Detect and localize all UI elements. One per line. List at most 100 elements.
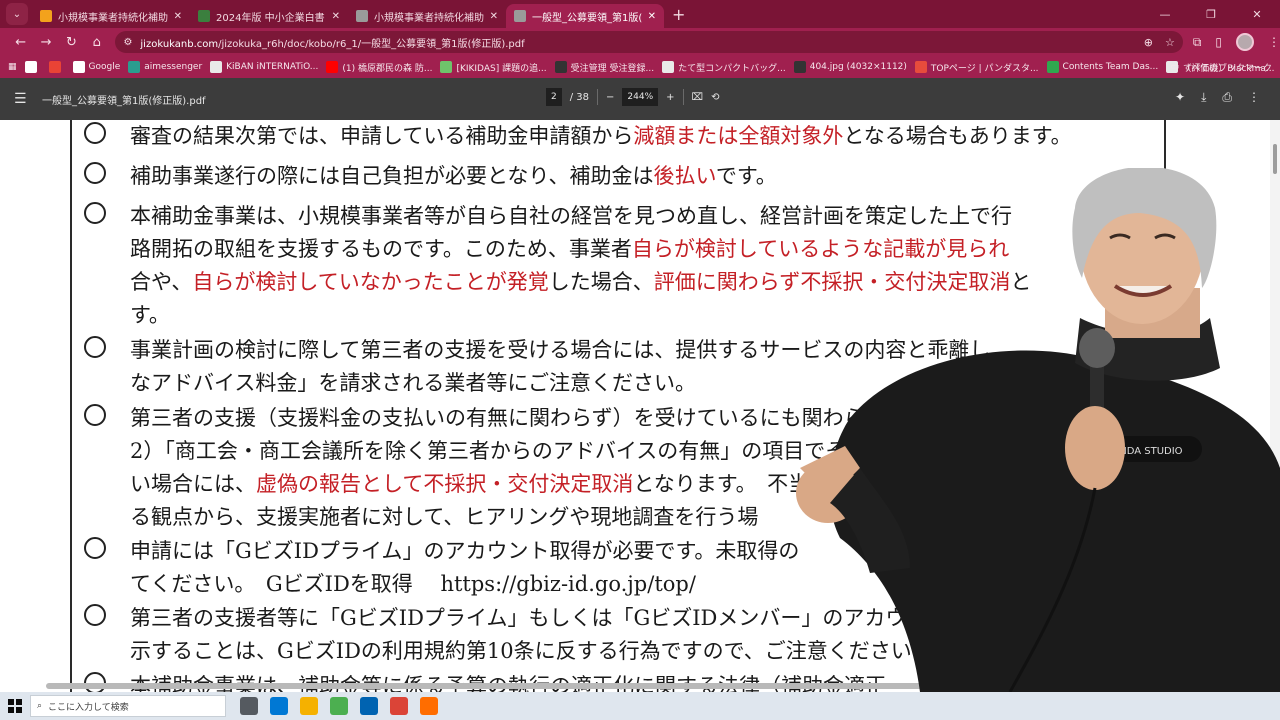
browser-tab[interactable]: 小規模事業者持続化補助金【一般 ✕ — [348, 4, 506, 28]
taskbar-search[interactable]: ⌕ ここに入力して検索 — [30, 695, 226, 717]
restore-button[interactable]: ❐ — [1188, 0, 1234, 28]
tab-title: 一般型_公募要領_第1版(修正版) — [532, 12, 642, 24]
zoom-level-input[interactable]: 244% — [622, 88, 659, 106]
body-text: した場合、 — [548, 270, 654, 294]
bookmark-item[interactable]: 404.jpg (4032×1112) — [793, 61, 907, 73]
back-icon[interactable]: ← — [8, 29, 33, 55]
minimize-button[interactable]: — — [1142, 0, 1188, 28]
taskbar-app-icon[interactable] — [360, 697, 378, 715]
bookmark-favicon-icon — [793, 61, 806, 73]
taskbar-apps — [240, 697, 438, 715]
body-text: 審査の結果次第では、申請している補助金申請額から — [130, 124, 634, 148]
browser-tab-strip: ⌄ 小規模事業者持続化補助金＜一般✕2024年版 中小企業白書・小規模✕小規模事… — [0, 0, 1280, 28]
bookmark-item[interactable]: 受注管理 受注登録... — [554, 61, 654, 74]
all-bookmarks-folder[interactable]: ▭ すべてのブックマーク — [1170, 56, 1272, 78]
tab-favicon-icon — [40, 10, 52, 22]
windows-taskbar: ⌕ ここに入力して検索 — [0, 692, 1280, 720]
rotate-icon[interactable]: ⟲ — [711, 92, 719, 103]
text-line: 審査の結果次第では、申請している補助金申請額から減額または全額対象外となる場合も… — [130, 120, 1072, 153]
taskbar-app-icon[interactable] — [240, 697, 258, 715]
taskbar-app-icon[interactable] — [270, 697, 288, 715]
bookmark-label: たて型コンパクトバッグ... — [678, 63, 786, 74]
bookmark-item[interactable]: たて型コンパクトバッグ... — [662, 61, 786, 74]
bookmark-favicon-icon — [128, 61, 141, 73]
tab-favicon-icon — [198, 10, 210, 22]
browser-tab[interactable]: 一般型_公募要領_第1版(修正版) ✕ — [506, 4, 664, 28]
forward-icon[interactable]: → — [33, 29, 58, 55]
bookmark-favicon-icon — [440, 61, 453, 73]
bullet-circle-icon — [84, 336, 106, 358]
browser-tab[interactable]: 2024年版 中小企業白書・小規模 ✕ — [190, 4, 348, 28]
bookmark-item[interactable] — [24, 61, 41, 73]
body-text: 路開拓の取組を支援するものです。このため、事業者 — [130, 237, 632, 261]
more-options-icon[interactable]: ⋮ — [1248, 90, 1260, 105]
bullet-circle-icon — [84, 202, 106, 224]
bookmark-item[interactable]: TOPページ | パンダスタ... — [914, 61, 1039, 74]
fit-page-icon[interactable]: ⌧ — [692, 92, 704, 103]
tab-close-icon[interactable]: ✕ — [490, 11, 498, 22]
bookmark-item[interactable]: Google — [72, 61, 120, 73]
tab-title: 小規模事業者持続化補助金＜一般 — [58, 12, 168, 24]
bookmark-item[interactable]: aimessenger — [128, 61, 202, 73]
tab-list: 小規模事業者持続化補助金＜一般✕2024年版 中小企業白書・小規模✕小規模事業者… — [32, 4, 664, 28]
download-icon[interactable]: ⤓ — [1201, 90, 1206, 105]
text-line: 補助事業遂行の際には自己負担が必要となり、補助金は後払いです。 — [130, 160, 777, 193]
tab-close-icon[interactable]: ✕ — [648, 11, 656, 22]
bookmark-favicon-icon — [326, 61, 339, 73]
taskbar-app-icon[interactable] — [390, 697, 408, 715]
windows-logo-icon — [8, 699, 22, 713]
sidepanel-icon[interactable]: ▯ — [1215, 35, 1222, 49]
bookmark-item[interactable] — [48, 61, 65, 73]
chrome-menu-icon[interactable]: ⋮ — [1268, 35, 1280, 49]
bookmark-favicon-icon — [1046, 61, 1059, 73]
ai-sparkle-icon[interactable]: ✦ — [1175, 90, 1185, 105]
body-text: 補助事業遂行の際には自己負担が必要となり、補助金は — [130, 164, 654, 188]
windows-start-button[interactable] — [0, 692, 30, 720]
bookmark-label: [KIKIDAS] 課題の追... — [456, 63, 547, 74]
print-icon[interactable]: ⎙ — [1222, 90, 1232, 105]
body-text: い場合には、 — [130, 472, 256, 496]
pdf-title: 一般型_公募要領_第1版(修正版).pdf — [42, 95, 206, 107]
divider — [597, 89, 599, 105]
browser-tab[interactable]: 小規模事業者持続化補助金＜一般 ✕ — [32, 4, 190, 28]
taskbar-app-icon[interactable] — [330, 697, 348, 715]
body-text: す。 — [130, 303, 170, 327]
bookmark-item[interactable]: [KIKIDAS] 課題の追... — [440, 61, 547, 74]
apps-grid-icon[interactable]: ▦ — [8, 62, 17, 72]
profile-avatar[interactable] — [1236, 33, 1254, 51]
bullet-circle-icon — [84, 404, 106, 426]
close-window-button[interactable]: ✕ — [1234, 0, 1280, 28]
text-line: てください。 GビズIDを取得 https://gbiz-id.go.jp/to… — [130, 568, 799, 601]
bookmark-label: Contents Team Das... — [1062, 62, 1159, 72]
bookmark-star-icon[interactable]: ☆ — [1165, 36, 1175, 49]
folder-icon: ▭ — [1170, 62, 1179, 72]
home-icon[interactable]: ⌂ — [84, 29, 109, 55]
new-tab-button[interactable]: + — [672, 5, 685, 24]
extensions-icon[interactable]: ⧉ — [1193, 35, 1202, 50]
pdf-menu-icon[interactable]: ☰ — [14, 91, 34, 107]
bookmark-label: KiBAN iNTERNATiO... — [226, 62, 319, 72]
body-text: 合や、 — [130, 270, 193, 294]
zoom-out-button[interactable]: − — [606, 92, 614, 103]
tab-close-icon[interactable]: ✕ — [174, 11, 182, 22]
bookmark-item[interactable]: (1) 橋原郡民の森 防... — [326, 61, 432, 74]
zoom-in-button[interactable]: + — [666, 92, 674, 103]
emphasis-text: 虚偽の報告として不採択・交付決定取消 — [256, 472, 634, 496]
emphasis-text: 自らが検討していなかったことが発覚 — [192, 270, 549, 294]
taskbar-app-icon[interactable] — [300, 697, 318, 715]
page-number-input[interactable]: 2 — [546, 88, 562, 106]
tab-title: 小規模事業者持続化補助金【一般 — [374, 12, 484, 24]
pdf-page-controls: 2 / 38 − 244% + ⌧ ⟲ — [546, 88, 719, 106]
site-info-icon[interactable]: ⚙ — [123, 37, 132, 48]
text-line: 申請には「GビズIDプライム」のアカウント取得が必要です。未取得の — [130, 535, 799, 568]
taskbar-app-icon[interactable] — [420, 697, 438, 715]
zoom-icon[interactable]: ⊕ — [1144, 36, 1153, 49]
reload-icon[interactable]: ↻ — [59, 29, 84, 55]
bookmark-label: (1) 橋原郡民の森 防... — [342, 63, 433, 74]
address-bar[interactable]: ⚙ jizokukanb.com/jizokuka_r6h/doc/kobo/r… — [115, 31, 1183, 53]
tab-close-icon[interactable]: ✕ — [332, 11, 340, 22]
bookmark-item[interactable]: Contents Team Das... — [1046, 61, 1159, 73]
bookmark-item[interactable]: KiBAN iNTERNATiO... — [210, 61, 318, 73]
bookmark-favicon-icon — [210, 61, 223, 73]
tab-search-button[interactable]: ⌄ — [6, 3, 28, 25]
